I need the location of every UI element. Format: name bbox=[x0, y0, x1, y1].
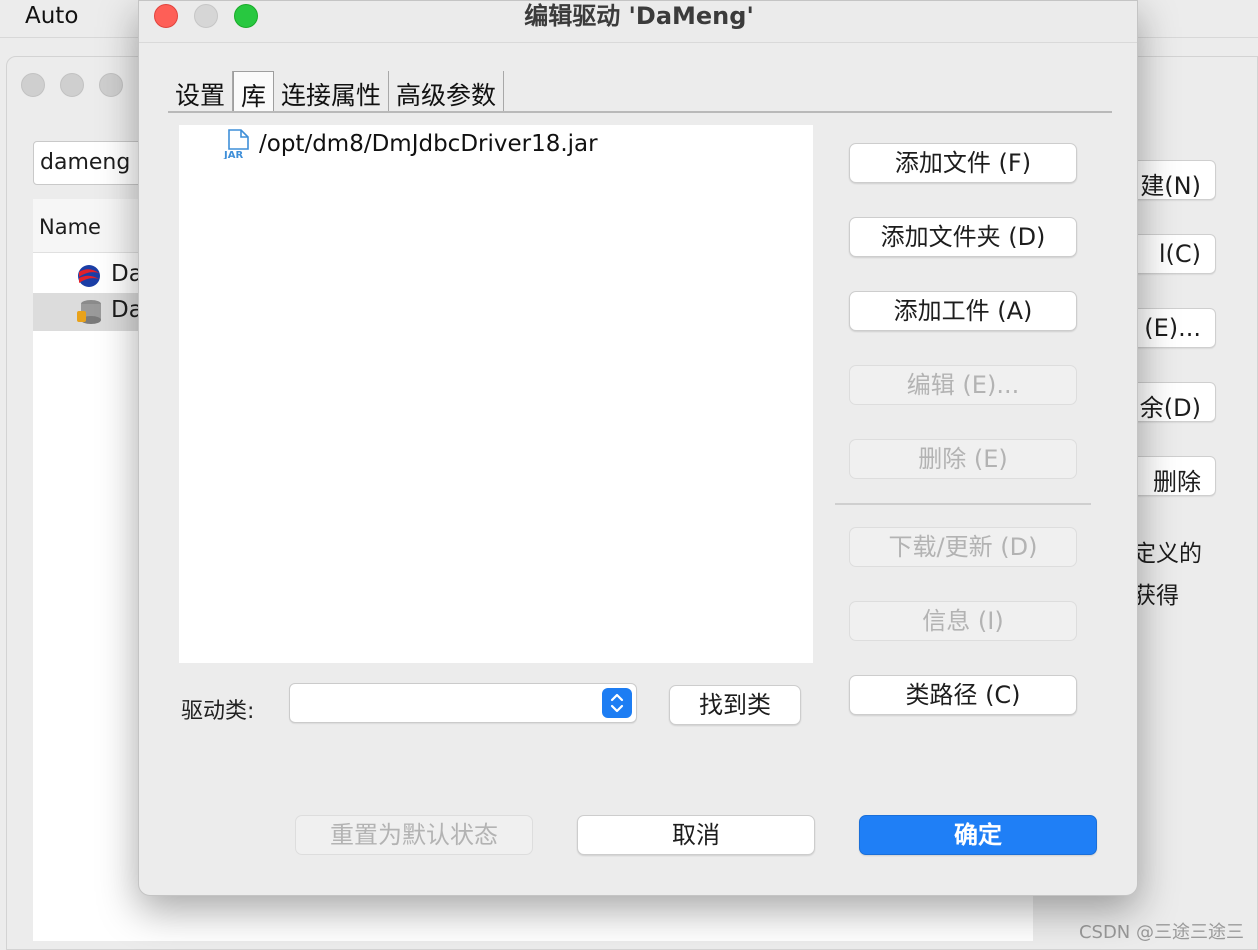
dialog-titlebar: 编辑驱动 'DaMeng' bbox=[139, 1, 1137, 43]
tab-settings[interactable]: 设置 bbox=[168, 71, 234, 111]
dialog-title: 编辑驱动 'DaMeng' bbox=[524, 2, 754, 30]
dialog-tabs: 设置 库 连接属性 高级参数 bbox=[168, 71, 1112, 113]
add-artifact-button[interactable]: 添加工件 (A) bbox=[849, 291, 1077, 331]
tab-libraries[interactable]: 库 bbox=[233, 71, 275, 111]
info-button[interactable]: 信息 (I) bbox=[849, 601, 1077, 641]
background-zoom-icon bbox=[99, 73, 123, 97]
background-app-title: Auto bbox=[25, 3, 79, 29]
dameng-logo-icon bbox=[78, 265, 100, 287]
download-update-button[interactable]: 下载/更新 (D) bbox=[849, 527, 1077, 567]
background-note-line: 定义的 bbox=[1133, 541, 1202, 567]
close-window-icon[interactable] bbox=[154, 4, 178, 28]
find-class-button[interactable]: 找到类 bbox=[669, 685, 801, 725]
library-path: /opt/dm8/DmJdbcDriver18.jar bbox=[259, 131, 598, 157]
driver-class-label: 驱动类: bbox=[181, 699, 255, 724]
background-window-controls bbox=[21, 73, 123, 97]
zoom-window-icon[interactable] bbox=[234, 4, 258, 28]
add-file-button[interactable]: 添加文件 (F) bbox=[849, 143, 1077, 183]
minimize-window-icon[interactable] bbox=[194, 4, 218, 28]
database-icon bbox=[77, 300, 101, 324]
jar-file-icon: JAR bbox=[223, 129, 249, 159]
classpath-button[interactable]: 类路径 (C) bbox=[849, 675, 1077, 715]
background-minimize-icon bbox=[60, 73, 84, 97]
library-list[interactable]: JAR /opt/dm8/DmJdbcDriver18.jar bbox=[179, 125, 813, 663]
ok-button[interactable]: 确定 bbox=[859, 815, 1097, 855]
driver-class-select[interactable] bbox=[289, 683, 637, 723]
watermark: CSDN @三途三途三 bbox=[1078, 922, 1244, 943]
edit-button[interactable]: 编辑 (E)... bbox=[849, 365, 1077, 405]
delete-button[interactable]: 删除 (E) bbox=[849, 439, 1077, 479]
reset-defaults-button[interactable]: 重置为默认状态 bbox=[295, 815, 533, 855]
svg-text:JAR: JAR bbox=[223, 150, 243, 159]
window-controls bbox=[154, 4, 258, 28]
tab-advanced-parameters[interactable]: 高级参数 bbox=[389, 71, 505, 111]
background-note-line: 获得 bbox=[1133, 583, 1179, 609]
edit-driver-dialog: 编辑驱动 'DaMeng' 设置 库 连接属性 高级参数 JAR /opt/dm… bbox=[138, 0, 1138, 896]
button-divider bbox=[835, 503, 1091, 505]
background-close-icon bbox=[21, 73, 45, 97]
library-list-item[interactable]: JAR /opt/dm8/DmJdbcDriver18.jar bbox=[223, 127, 598, 161]
tab-connection-properties[interactable]: 连接属性 bbox=[274, 71, 390, 111]
add-folder-button[interactable]: 添加文件夹 (D) bbox=[849, 217, 1077, 257]
cancel-button[interactable]: 取消 bbox=[577, 815, 815, 855]
select-stepper-icon[interactable] bbox=[602, 688, 632, 718]
